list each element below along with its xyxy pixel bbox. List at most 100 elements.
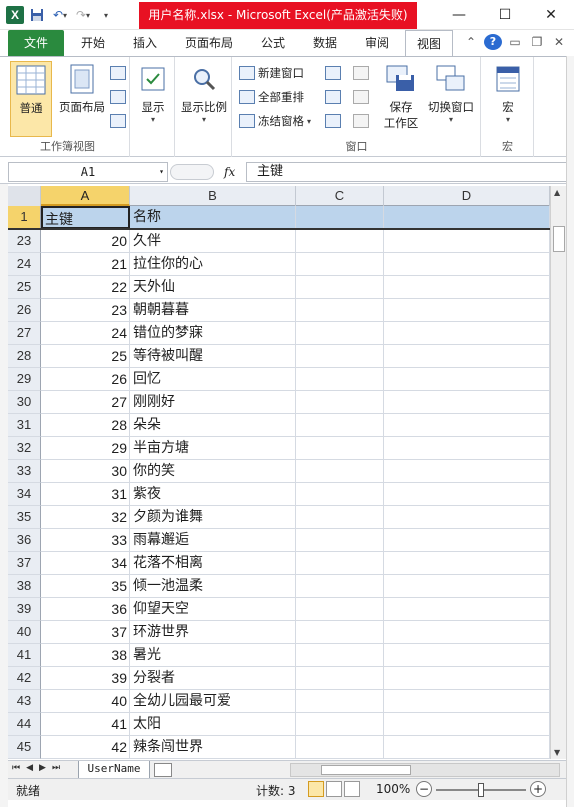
cell-column-a[interactable]: 23 [41,299,130,322]
row-header[interactable]: 27 [8,322,41,345]
redo-icon[interactable]: ↷ ▾ [73,5,93,25]
row-header[interactable]: 32 [8,437,41,460]
cell-column-c[interactable] [296,713,384,736]
row-header[interactable]: 35 [8,506,41,529]
row-header[interactable]: 36 [8,529,41,552]
row-header[interactable]: 42 [8,667,41,690]
cell-column-a[interactable]: 31 [41,483,130,506]
horizontal-scroll-thumb[interactable] [321,765,411,775]
row-header[interactable]: 45 [8,736,41,759]
cell-column-a[interactable]: 39 [41,667,130,690]
cell-column-d[interactable] [384,529,550,552]
cell-column-b[interactable]: 朵朵 [130,414,296,437]
page-break-preview-button[interactable] [110,63,126,83]
row-header[interactable]: 29 [8,368,41,391]
name-box[interactable]: A1 ▾ [8,162,168,182]
cell-column-c[interactable] [296,414,384,437]
cell-b1[interactable]: 名称 [130,206,296,229]
cell-column-b[interactable]: 太阳 [130,713,296,736]
cell-column-a[interactable]: 29 [41,437,130,460]
scroll-up-icon[interactable]: ▲ [554,188,560,197]
cell-column-c[interactable] [296,529,384,552]
cell-column-c[interactable] [296,483,384,506]
cell-column-d[interactable] [384,437,550,460]
cell-column-d[interactable] [384,299,550,322]
cell-column-a[interactable]: 38 [41,644,130,667]
split-button[interactable] [325,63,341,83]
cell-column-b[interactable]: 等待被叫醒 [130,345,296,368]
hide-window-button[interactable] [325,87,341,107]
last-sheet-icon[interactable]: ⏭ [52,763,60,773]
cell-column-d[interactable] [384,345,550,368]
cell-column-d[interactable] [384,575,550,598]
cell-c1[interactable] [296,206,384,229]
row-header[interactable]: 34 [8,483,41,506]
row-header[interactable]: 23 [8,230,41,253]
select-all-corner[interactable] [8,186,41,206]
maximize-button[interactable]: ☐ [482,0,528,30]
cell-column-c[interactable] [296,667,384,690]
row-header[interactable]: 24 [8,253,41,276]
cell-a1[interactable]: 主键 [41,206,130,229]
cell-column-d[interactable] [384,598,550,621]
row-header[interactable]: 26 [8,299,41,322]
cell-column-b[interactable]: 久伴 [130,230,296,253]
vertical-scrollbar[interactable]: ▲ ▼ [550,186,566,759]
cell-column-a[interactable]: 41 [41,713,130,736]
cell-column-b[interactable]: 拉住你的心 [130,253,296,276]
cell-column-c[interactable] [296,506,384,529]
column-header-d[interactable]: D [384,186,550,206]
custom-views-button[interactable] [110,87,126,107]
cell-column-c[interactable] [296,644,384,667]
cell-column-d[interactable] [384,506,550,529]
cell-column-a[interactable]: 22 [41,276,130,299]
cell-column-b[interactable]: 错位的梦寐 [130,322,296,345]
vertical-scroll-thumb[interactable] [553,226,565,252]
cell-column-b[interactable]: 仰望天空 [130,598,296,621]
row-header[interactable]: 44 [8,713,41,736]
row-header[interactable]: 25 [8,276,41,299]
prev-sheet-icon[interactable]: ◀ [26,763,33,773]
insert-sheet-icon[interactable] [154,763,172,777]
close-button[interactable]: ✕ [528,0,574,30]
cell-column-c[interactable] [296,253,384,276]
cell-column-b[interactable]: 回忆 [130,368,296,391]
row-header[interactable]: 37 [8,552,41,575]
column-header-a[interactable]: A [41,186,130,206]
cell-column-b[interactable]: 辣条闯世界 [130,736,296,759]
undo-icon[interactable]: ↶ ▾ [50,5,70,25]
macros-button[interactable]: 宏 ▾ [488,61,528,137]
excel-logo-icon[interactable]: X [6,6,24,24]
cell-column-d[interactable] [384,253,550,276]
view-side-by-side-button[interactable] [353,63,369,83]
cell-column-c[interactable] [296,322,384,345]
cell-column-d[interactable] [384,276,550,299]
row-header[interactable]: 39 [8,598,41,621]
sheet-tab-username[interactable]: UserName [78,761,150,779]
row-header[interactable]: 40 [8,621,41,644]
cell-column-a[interactable]: 40 [41,690,130,713]
row-header[interactable]: 41 [8,644,41,667]
zoom-button[interactable]: 显示比例 ▾ [178,61,230,137]
cell-column-d[interactable] [384,644,550,667]
cell-column-a[interactable]: 26 [41,368,130,391]
cell-column-a[interactable]: 32 [41,506,130,529]
cell-column-b[interactable]: 半亩方塘 [130,437,296,460]
cell-column-a[interactable]: 28 [41,414,130,437]
cell-column-a[interactable]: 35 [41,575,130,598]
new-window-button[interactable]: 新建窗口 [239,63,304,83]
cell-column-a[interactable]: 24 [41,322,130,345]
cell-column-c[interactable] [296,575,384,598]
tab-file[interactable]: 文件 [8,30,64,56]
scroll-down-icon[interactable]: ▼ [554,748,560,757]
cell-column-b[interactable]: 倾一池温柔 [130,575,296,598]
cell-column-c[interactable] [296,621,384,644]
unhide-window-button[interactable] [325,111,341,131]
reset-window-position-button[interactable] [353,111,369,131]
cell-column-a[interactable]: 42 [41,736,130,759]
page-break-status-icon[interactable] [344,781,360,797]
horizontal-scrollbar[interactable] [290,763,560,777]
minimize-button[interactable]: — [436,0,482,30]
cell-column-b[interactable]: 暑光 [130,644,296,667]
insert-function-icon[interactable]: fx [224,165,235,179]
